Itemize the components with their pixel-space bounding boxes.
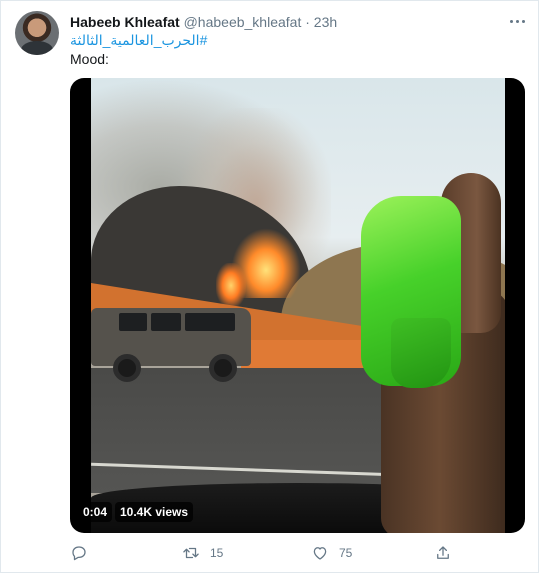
suv-window: [185, 313, 235, 331]
retweet-count: 15: [210, 546, 224, 560]
reply-button[interactable]: [70, 541, 98, 565]
water-gun-grip: [391, 318, 451, 388]
separator-dot: ·: [305, 14, 310, 30]
hashtag-link[interactable]: #الحرب_العالمية_الثالثة: [70, 31, 207, 49]
video-duration: 0:04: [78, 502, 113, 522]
tweet-actions: 15 75: [70, 541, 470, 565]
suv-wheel: [209, 354, 237, 382]
tweet-card: Habeeb Khleafat @habeeb_khleafat · 23h #…: [0, 0, 539, 573]
timestamp[interactable]: 23h: [314, 14, 337, 30]
tweet-text: Mood:: [70, 51, 109, 67]
avatar-shirt: [21, 41, 53, 55]
video-frame: [91, 78, 505, 533]
like-button[interactable]: 75: [311, 541, 352, 565]
tweet-header: Habeeb Khleafat @habeeb_khleafat · 23h: [70, 13, 337, 31]
fire-small: [216, 263, 246, 308]
suv-window: [119, 313, 147, 331]
author-name[interactable]: Habeeb Khleafat: [70, 14, 180, 30]
heart-icon: [313, 547, 327, 560]
suv-window: [151, 313, 181, 331]
suv-wheel: [113, 354, 141, 382]
share-button[interactable]: [434, 541, 452, 565]
reply-icon: [72, 546, 86, 561]
retweet-button[interactable]: 15: [182, 541, 223, 565]
like-count: 75: [339, 546, 353, 560]
retweet-icon: [183, 547, 199, 559]
avatar[interactable]: [15, 11, 59, 55]
more-options-icon[interactable]: [507, 13, 527, 29]
author-handle[interactable]: @habeeb_khleafat: [184, 14, 302, 30]
video-views: 10.4K views: [115, 502, 194, 522]
share-icon: [437, 546, 449, 559]
video-player[interactable]: 0:04 10.4K views: [70, 78, 525, 533]
